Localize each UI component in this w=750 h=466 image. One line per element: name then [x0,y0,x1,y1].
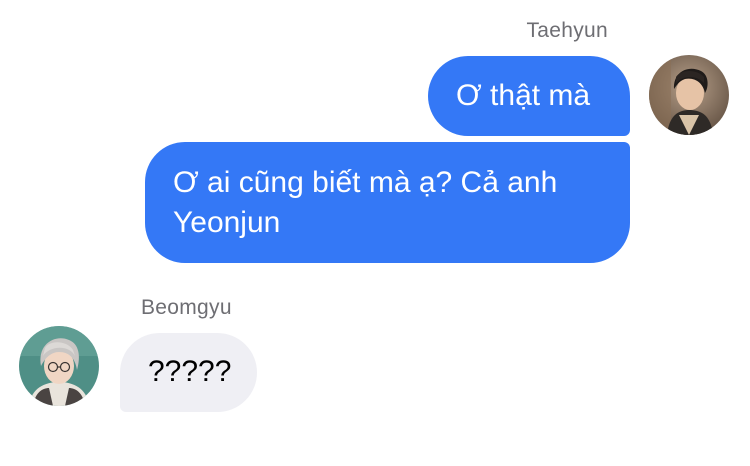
message-bubble-outgoing[interactable]: Ơ ai cũng biết mà ạ? Cả anh Yeonjun [145,142,630,263]
message-text: ????? [148,355,232,388]
message-bubble-incoming[interactable]: ????? [120,333,257,412]
sender-name-beomgyu: Beomgyu [141,296,232,319]
avatar-taehyun[interactable] [649,55,729,135]
message-text: Ơ ai cũng biết mà ạ? Cả anh Yeonjun [173,166,558,239]
profile-photo-icon [649,55,729,135]
sender-name-taehyun: Taehyun [526,19,608,42]
avatar-beomgyu[interactable] [19,326,99,406]
message-bubble-outgoing[interactable]: Ơ thật mà [428,56,630,136]
profile-photo-icon [19,326,99,406]
message-text: Ơ thật mà [456,79,591,112]
